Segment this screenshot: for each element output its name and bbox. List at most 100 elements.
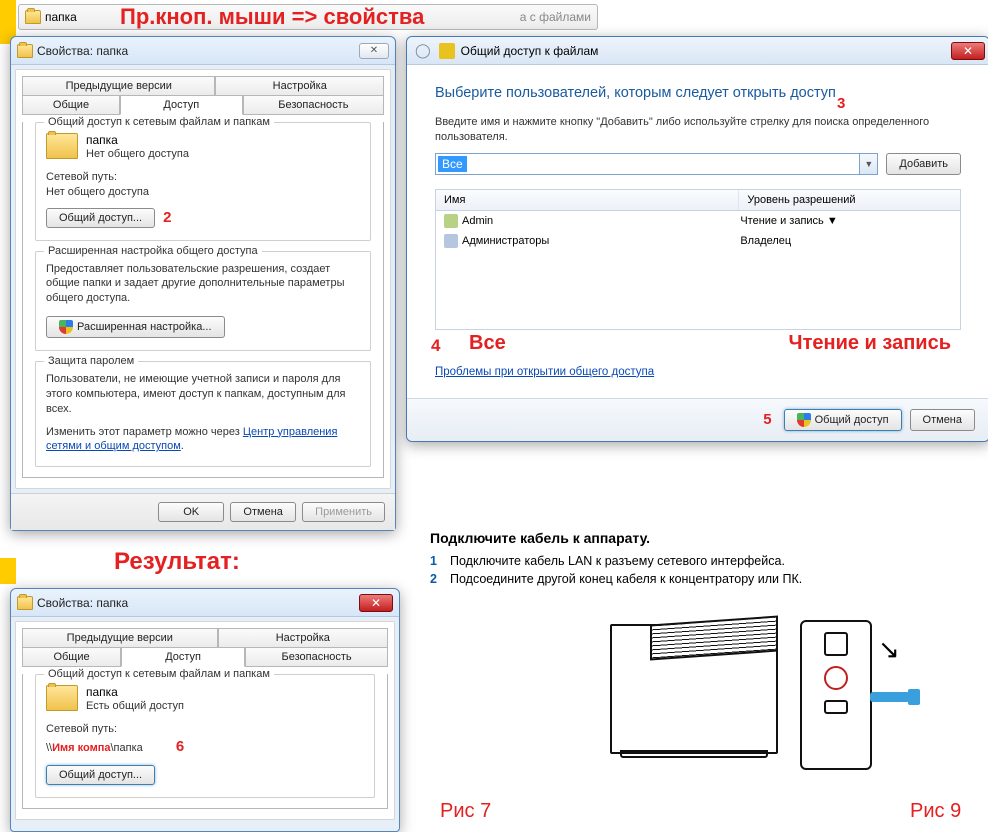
network-path-value: Нет общего доступа: [46, 185, 360, 200]
wizard-titlebar[interactable]: ◯ Общий доступ к файлам ✕: [407, 37, 988, 65]
user-combobox[interactable]: Все: [435, 153, 860, 175]
share-status: Есть общий доступ: [86, 699, 184, 714]
close-button[interactable]: ✕: [359, 594, 393, 612]
network-path-value: \\Имя компа\папка 6: [46, 737, 364, 757]
tab-customize[interactable]: Настройка: [218, 628, 388, 648]
lan-cable-icon: [870, 692, 910, 702]
add-button[interactable]: Добавить: [886, 153, 961, 175]
network-path-label: Сетевой путь:: [46, 170, 360, 185]
annotation-5: 5: [763, 411, 771, 428]
titlebar[interactable]: Свойства: папка ✕: [11, 589, 399, 617]
annotation-result: Результат:: [114, 548, 240, 576]
apply-button[interactable]: Применить: [302, 502, 385, 522]
share-icon: [439, 43, 455, 59]
tab-sharing[interactable]: Доступ: [120, 95, 243, 115]
folder-icon-large: [46, 133, 78, 159]
annotation-pcname: Имя компа: [52, 742, 110, 754]
shield-icon: [797, 413, 811, 427]
step-text: Подсоедините другой конец кабеля к конце…: [450, 572, 802, 586]
wizard-heading: Выберите пользователей, которым следует …: [435, 85, 961, 101]
wizard-title: Общий доступ к файлам: [461, 44, 599, 58]
group-network-sharing: Общий доступ к сетевым файлам и папкам: [44, 668, 274, 680]
password-desc: Пользователи, не имеющие учетной записи …: [46, 372, 360, 417]
table-row[interactable]: Администраторы Владелец: [436, 231, 960, 251]
doc-title: Подключите кабель к аппарату.: [430, 530, 984, 546]
wizard-subtext: Введите имя и нажмите кнопку "Добавить" …: [435, 115, 961, 145]
group-network-sharing: Общий доступ к сетевым файлам и папкам: [44, 116, 274, 128]
annotation-6: 6: [176, 738, 184, 755]
dialog-title: Свойства: папка: [37, 44, 128, 58]
folder-icon-large: [46, 685, 78, 711]
ok-button[interactable]: OK: [158, 502, 224, 522]
advanced-sharing-button[interactable]: Расширенная настройка...: [46, 316, 225, 338]
share-button[interactable]: Общий доступ...: [46, 765, 155, 785]
share-btn-label: Общий доступ: [815, 414, 889, 426]
folder-properties-dialog-result: Свойства: папка ✕ Предыдущие версии Наст…: [10, 588, 400, 832]
folder-icon: [25, 10, 41, 24]
share-status: Нет общего доступа: [86, 147, 189, 162]
tab-prev-versions[interactable]: Предыдущие версии: [22, 628, 218, 648]
permissions-table: Имя Уровень разрешений Admin Чтение и за…: [435, 189, 961, 330]
annotation-fig9: Рис 9: [910, 800, 961, 823]
share-submit-button[interactable]: Общий доступ: [784, 409, 902, 431]
annotation-3: 3: [837, 95, 845, 112]
lan-port-icon: [824, 666, 848, 690]
row-name: Admin: [462, 215, 493, 227]
printer-illustration: [610, 624, 778, 754]
connection-diagram: ↘: [600, 600, 900, 790]
row-name: Администраторы: [462, 235, 549, 247]
folder-icon: [17, 596, 33, 610]
port-icon: [824, 700, 848, 714]
password-desc2-post: .: [181, 440, 184, 452]
shield-icon: [59, 320, 73, 334]
doc-step: 1 Подключите кабель LAN к разъему сетево…: [430, 554, 984, 568]
close-button[interactable]: ✕: [951, 42, 985, 60]
folder-properties-dialog: Свойства: папка ✕ Предыдущие версии Наст…: [10, 36, 396, 531]
password-desc2-pre: Изменить этот параметр можно через: [46, 426, 243, 438]
step-number: 1: [430, 554, 444, 568]
group-password-protect: Защита паролем: [44, 355, 138, 367]
annotation-2: 2: [163, 209, 171, 226]
tab-general[interactable]: Общие: [22, 647, 121, 667]
troubleshoot-link[interactable]: Проблемы при открытии общего доступа: [435, 366, 654, 378]
combo-dropdown-arrow[interactable]: ▼: [860, 153, 878, 175]
doc-panel: Подключите кабель к аппарату. 1 Подключи…: [430, 530, 984, 790]
col-name[interactable]: Имя: [436, 190, 739, 210]
path-suffix: \папка: [110, 742, 142, 754]
doc-step: 2 Подсоедините другой конец кабеля к кон…: [430, 572, 984, 586]
arrow-icon: ↘: [878, 634, 900, 665]
folder-name-text: папка: [86, 133, 189, 147]
share-button[interactable]: Общий доступ...: [46, 208, 155, 228]
titlebar[interactable]: Свойства: папка ✕: [11, 37, 395, 65]
tab-security[interactable]: Безопасность: [243, 95, 384, 115]
address-folder-name: папка: [45, 10, 77, 24]
table-row[interactable]: Admin Чтение и запись ▼: [436, 211, 960, 231]
port-panel-illustration: [800, 620, 872, 770]
breadcrumb-tail: а с файлами: [520, 10, 591, 24]
advanced-btn-label: Расширенная настройка...: [77, 321, 212, 333]
wizard-cancel-button[interactable]: Отмена: [910, 409, 975, 431]
tab-prev-versions[interactable]: Предыдущие версии: [22, 76, 215, 96]
row-permission[interactable]: Чтение и запись ▼: [740, 215, 952, 227]
file-sharing-wizard: ◯ Общий доступ к файлам ✕ Выберите польз…: [406, 36, 988, 442]
col-permission[interactable]: Уровень разрешений: [739, 190, 960, 210]
group-advanced-sharing: Расширенная настройка общего доступа: [44, 245, 262, 257]
combo-selected: Все: [438, 156, 467, 172]
tab-security[interactable]: Безопасность: [245, 647, 388, 667]
user-icon: [444, 214, 458, 228]
advanced-desc: Предоставляет пользовательские разрешени…: [46, 262, 360, 307]
tab-customize[interactable]: Настройка: [215, 76, 384, 96]
annotation-rightclick: Пр.кноп. мыши => свойства: [120, 4, 424, 30]
tab-sharing[interactable]: Доступ: [121, 647, 245, 667]
annotation-rw: Чтение и запись: [789, 332, 951, 355]
cancel-button[interactable]: Отмена: [230, 502, 296, 522]
dialog-title: Свойства: папка: [37, 596, 128, 610]
network-path-label: Сетевой путь:: [46, 722, 364, 737]
step-number: 2: [430, 572, 444, 586]
tab-general[interactable]: Общие: [22, 95, 120, 115]
back-icon[interactable]: ◯: [415, 42, 431, 59]
step-text: Подключите кабель LAN к разъему сетевого…: [450, 554, 785, 568]
close-button[interactable]: ✕: [359, 43, 389, 59]
row-permission: Владелец: [740, 235, 952, 247]
folder-icon: [17, 44, 33, 58]
